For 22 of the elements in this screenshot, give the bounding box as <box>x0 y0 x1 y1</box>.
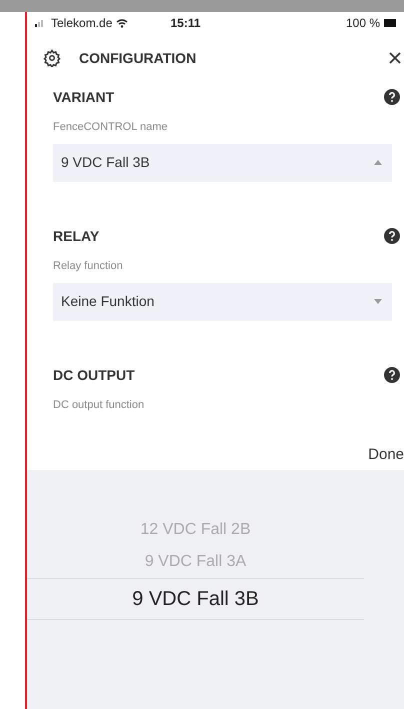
help-icon[interactable] <box>384 228 400 244</box>
close-button[interactable] <box>388 51 402 65</box>
clock-time: 15:11 <box>170 15 201 32</box>
wifi-icon <box>116 18 128 28</box>
field-label: DC output function <box>53 398 146 413</box>
help-icon[interactable] <box>384 367 400 383</box>
picker-option[interactable]: 9 VDC Fall 3B <box>27 578 364 620</box>
help-icon[interactable] <box>384 89 400 105</box>
close-icon <box>389 52 401 64</box>
battery-percent: 100 % <box>346 15 380 32</box>
gear-icon <box>43 49 61 67</box>
battery-icon <box>384 19 396 27</box>
section-title: RELAY <box>53 226 100 246</box>
carrier-name: Telekom.de <box>51 15 112 32</box>
page-title: CONFIGURATION <box>79 48 198 68</box>
select-field[interactable]: 9 VDC Fall 3B <box>53 144 392 182</box>
field-label: FenceCONTROL name <box>53 120 169 135</box>
done-button[interactable]: Done <box>368 444 404 466</box>
section-title: DC OUTPUT <box>53 366 136 384</box>
select-field[interactable]: Keine Funktion <box>53 282 392 320</box>
field-label: Relay function <box>53 259 124 274</box>
section-title: VARIANT <box>53 88 116 106</box>
